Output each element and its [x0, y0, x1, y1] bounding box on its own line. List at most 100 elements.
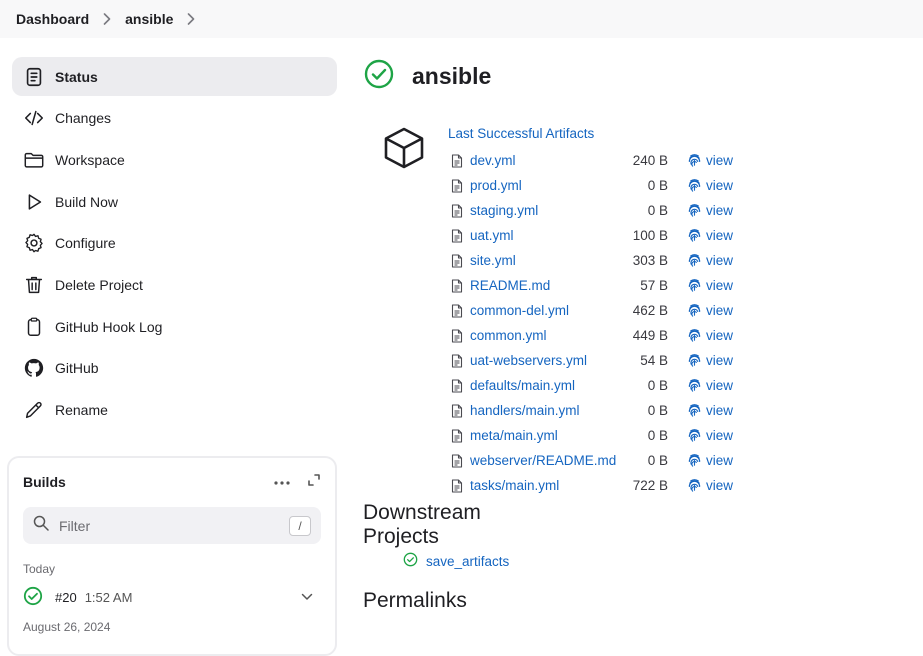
artifact-view-link[interactable]: view	[706, 478, 733, 493]
artifact-view-link[interactable]: view	[706, 403, 733, 418]
artifact-file-link[interactable]: handlers/main.yml	[470, 403, 620, 418]
sidebar-item-changes[interactable]: Changes	[12, 99, 337, 138]
artifact-file-link[interactable]: defaults/main.yml	[470, 378, 620, 393]
artifact-file-link[interactable]: webserver/README.md	[470, 453, 620, 468]
fingerprint-icon[interactable]	[687, 403, 706, 418]
fingerprint-icon[interactable]	[687, 303, 706, 318]
artifact-size: 0 B	[647, 203, 668, 218]
artifacts-list: dev.yml 240 Bview prod.yml 0 Bview staging.y…	[451, 148, 751, 498]
file-icon	[451, 328, 470, 343]
chevron-right-icon	[103, 13, 111, 25]
artifact-row: staging.yml 0 B view	[451, 198, 751, 223]
document-icon	[22, 65, 46, 89]
build-time: 1:52 AM	[84, 589, 133, 605]
artifact-view-link[interactable]: view	[706, 353, 733, 368]
artifact-size: 100 B	[632, 228, 668, 243]
file-icon	[451, 228, 470, 243]
artifact-view-link[interactable]: view	[706, 278, 733, 293]
artifact-file-link[interactable]: README.md	[470, 278, 620, 293]
chevron-down-icon[interactable]	[301, 593, 313, 601]
file-icon	[451, 203, 470, 218]
artifact-view-link[interactable]: view	[706, 303, 733, 318]
breadcrumb-ansible[interactable]: ansible	[125, 11, 173, 27]
artifact-view-link[interactable]: view	[706, 153, 733, 168]
filter-input[interactable]	[59, 517, 289, 534]
fingerprint-icon[interactable]	[687, 378, 706, 393]
fingerprint-icon[interactable]	[687, 478, 706, 493]
fingerprint-icon[interactable]	[687, 353, 706, 368]
artifact-row: meta/main.yml 0 B view	[451, 423, 751, 448]
fingerprint-icon[interactable]	[687, 428, 706, 443]
artifacts-title-link[interactable]: Last Successful Artifacts	[448, 126, 594, 141]
file-icon	[451, 178, 470, 193]
fingerprint-icon[interactable]	[687, 153, 706, 168]
artifact-file-link[interactable]: common.yml	[470, 328, 620, 343]
artifact-file-link[interactable]: uat.yml	[470, 228, 620, 243]
sidebar-item-workspace[interactable]: Workspace	[12, 140, 337, 179]
fingerprint-icon[interactable]	[687, 453, 706, 468]
file-icon	[451, 303, 470, 318]
sidebar-item-label: Rename	[55, 402, 108, 418]
artifact-view-link[interactable]: view	[706, 203, 733, 218]
expand-icon[interactable]	[307, 473, 321, 492]
sidebar-item-rename[interactable]: Rename	[12, 391, 337, 430]
sidebar-item-label: GitHub Hook Log	[55, 318, 163, 335]
artifact-view-link[interactable]: view	[706, 453, 733, 468]
fingerprint-icon[interactable]	[687, 253, 706, 268]
trash-icon	[22, 273, 46, 297]
file-icon	[451, 353, 470, 368]
artifact-view-link[interactable]: view	[706, 328, 733, 343]
sidebar-item-delete-project[interactable]: Delete Project	[12, 265, 337, 304]
artifact-file-link[interactable]: staging.yml	[470, 203, 620, 218]
permalinks-title: Permalinks	[363, 589, 467, 612]
sidebar-item-status[interactable]: Status	[12, 57, 337, 96]
artifact-file-link[interactable]: meta/main.yml	[470, 428, 620, 443]
folder-icon	[22, 148, 46, 172]
fingerprint-icon[interactable]	[687, 278, 706, 293]
success-status-icon	[363, 58, 395, 95]
file-icon	[451, 253, 470, 268]
artifact-view-link[interactable]: view	[706, 428, 733, 443]
downstream-link[interactable]: save_artifacts	[426, 554, 509, 569]
fingerprint-icon[interactable]	[687, 178, 706, 193]
artifact-row: README.md 57 B view	[451, 273, 751, 298]
fingerprint-icon[interactable]	[687, 228, 706, 243]
success-icon	[403, 552, 418, 570]
artifact-size: 722 B	[632, 478, 668, 493]
artifact-view-link[interactable]: view	[706, 178, 733, 193]
more-options-icon[interactable]	[273, 473, 291, 491]
pencil-icon	[22, 398, 46, 422]
fingerprint-icon[interactable]	[687, 203, 706, 218]
artifact-size: 0 B	[647, 378, 668, 393]
artifact-view-link[interactable]: view	[706, 253, 733, 268]
artifact-file-link[interactable]: uat-webservers.yml	[470, 353, 620, 368]
artifact-view-link[interactable]: view	[706, 378, 733, 393]
artifact-file-link[interactable]: tasks/main.yml	[470, 478, 620, 493]
build-row[interactable]: #20 1:52 AM	[23, 586, 321, 608]
sidebar-item-build-now[interactable]: Build Now	[12, 182, 337, 221]
sidebar-item-label: Configure	[55, 235, 116, 252]
builds-panel: Builds / Today #20 1:52 AM August 26, 20…	[7, 456, 337, 656]
artifact-file-link[interactable]: common-del.yml	[470, 303, 620, 318]
downstream-item[interactable]: save_artifacts	[403, 552, 509, 570]
sidebar-item-github-hook-log[interactable]: GitHub Hook Log	[12, 307, 337, 346]
fingerprint-icon[interactable]	[687, 328, 706, 343]
artifact-file-link[interactable]: prod.yml	[470, 178, 620, 193]
artifact-size: 0 B	[647, 403, 668, 418]
clipboard-icon	[22, 315, 46, 339]
artifact-size: 54 B	[640, 353, 668, 368]
artifact-file-link[interactable]: dev.yml	[470, 153, 620, 168]
file-icon	[451, 453, 470, 468]
artifact-row: defaults/main.yml 0 B view	[451, 373, 751, 398]
sidebar-item-github[interactable]: GitHub	[12, 349, 337, 388]
artifact-file-link[interactable]: site.yml	[470, 253, 620, 268]
artifact-view-link[interactable]: view	[706, 228, 733, 243]
artifact-size: 240 B	[632, 153, 668, 168]
file-icon	[451, 428, 470, 443]
breadcrumb-dashboard[interactable]: Dashboard	[16, 11, 89, 27]
chevron-right-icon[interactable]	[187, 13, 195, 25]
artifact-size: 449 B	[632, 328, 668, 343]
sidebar-item-configure[interactable]: Configure	[12, 224, 337, 263]
page-title: ansible	[412, 62, 492, 89]
build-number[interactable]: #20	[55, 590, 77, 605]
